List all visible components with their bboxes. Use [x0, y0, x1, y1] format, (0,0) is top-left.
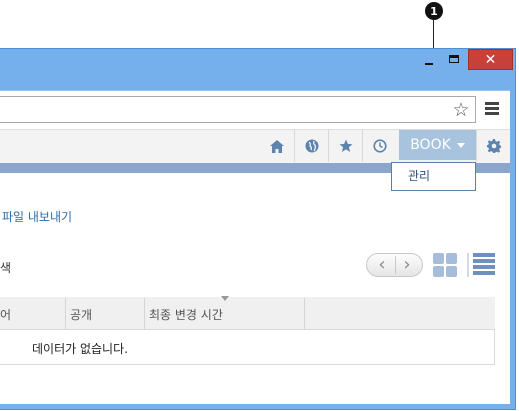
empty-table-message: 데이터가 없습니다.	[32, 342, 128, 356]
home-icon[interactable]	[260, 130, 294, 162]
chevron-down-icon	[456, 142, 465, 148]
history-clock-icon[interactable]	[362, 130, 396, 162]
favorites-star-icon[interactable]	[328, 130, 362, 162]
callout-badge: 1	[425, 2, 443, 20]
settings-gear-icon[interactable]	[476, 130, 510, 162]
maximize-button[interactable]	[447, 53, 461, 67]
dropdown-item-manage[interactable]: 관리	[408, 167, 430, 185]
book-menu-button[interactable]: BOOK	[399, 130, 476, 160]
search-label: 색	[0, 261, 12, 275]
column-header-name[interactable]: 어	[0, 306, 11, 323]
next-page-button[interactable]: ›	[397, 256, 417, 274]
close-button[interactable]: ✕	[468, 49, 513, 70]
browser-menu-icon[interactable]	[485, 102, 499, 116]
minimize-button[interactable]	[422, 53, 436, 67]
book-menu-label: BOOK	[410, 137, 451, 153]
column-separator	[304, 298, 305, 330]
sort-indicator-icon	[221, 296, 229, 301]
prev-page-button[interactable]: ‹	[372, 256, 392, 274]
book-dropdown-menu	[391, 162, 476, 191]
column-header-last-modified[interactable]: 최종 변경 시간	[149, 306, 223, 323]
column-separator	[144, 298, 145, 330]
globe-icon[interactable]	[294, 130, 328, 162]
address-bar[interactable]	[0, 96, 476, 123]
column-separator	[65, 298, 66, 330]
bookmark-star-icon[interactable]: ☆	[450, 99, 472, 121]
export-file-link[interactable]: 파일 내보내기	[2, 208, 72, 225]
list-view-icon[interactable]	[467, 253, 495, 277]
grid-view-icon[interactable]	[433, 253, 457, 277]
column-header-public[interactable]: 공개	[70, 306, 92, 323]
